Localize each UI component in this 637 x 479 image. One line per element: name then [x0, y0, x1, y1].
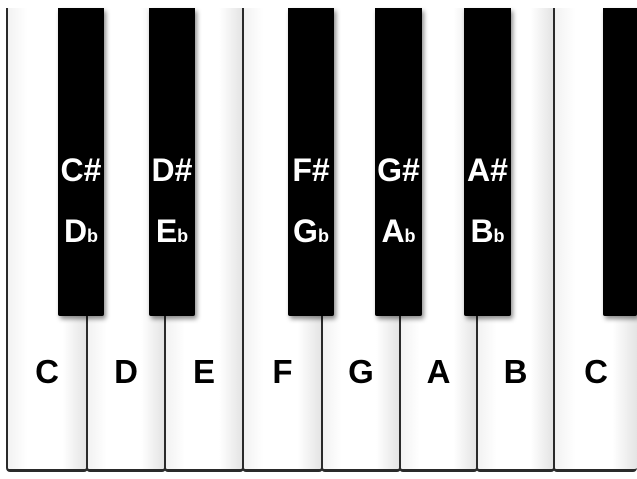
flat-label: Db — [58, 215, 104, 247]
sharp-label: C# — [60, 152, 102, 188]
flat-sign: b — [317, 226, 329, 246]
black-key-g-sharp[interactable]: G# Ab — [375, 8, 422, 316]
flat-sign: b — [87, 226, 99, 246]
flat-letter: E — [155, 213, 178, 249]
white-key-label: C — [35, 353, 59, 390]
flat-label: Gb — [288, 215, 334, 247]
white-key-label: F — [272, 353, 293, 390]
flat-label: Eb — [149, 215, 195, 247]
flat-label: Bb — [464, 215, 511, 247]
black-key-c-sharp[interactable]: C# Db — [58, 8, 104, 316]
white-key-label: B — [503, 353, 528, 390]
black-key-d-sharp[interactable]: D# Eb — [149, 8, 195, 316]
flat-sign: b — [404, 226, 416, 246]
sharp-label: D# — [151, 152, 193, 188]
black-key-c-sharp-high[interactable] — [603, 8, 637, 316]
flat-label: Ab — [375, 215, 422, 247]
flat-letter: B — [470, 213, 494, 249]
piano-keyboard: C D E F G A B C C# Db D# Eb F# Gb G# Ab … — [0, 0, 637, 479]
flat-sign: b — [177, 226, 189, 246]
sharp-label: A# — [467, 152, 508, 188]
flat-letter: D — [63, 213, 88, 249]
white-key-label: G — [348, 353, 374, 390]
sharp-label: F# — [292, 152, 330, 188]
white-key-label: D — [114, 353, 138, 390]
flat-sign: b — [493, 226, 505, 246]
white-key-label: C — [584, 353, 608, 390]
black-key-a-sharp[interactable]: A# Bb — [464, 8, 511, 316]
keyboard-top-edge — [0, 0, 637, 8]
flat-letter: A — [381, 213, 405, 249]
flat-letter: G — [293, 213, 318, 249]
white-key-label: A — [426, 353, 451, 390]
sharp-label: G# — [377, 152, 420, 188]
white-key-label: E — [192, 353, 215, 390]
black-key-f-sharp[interactable]: F# Gb — [288, 8, 334, 316]
